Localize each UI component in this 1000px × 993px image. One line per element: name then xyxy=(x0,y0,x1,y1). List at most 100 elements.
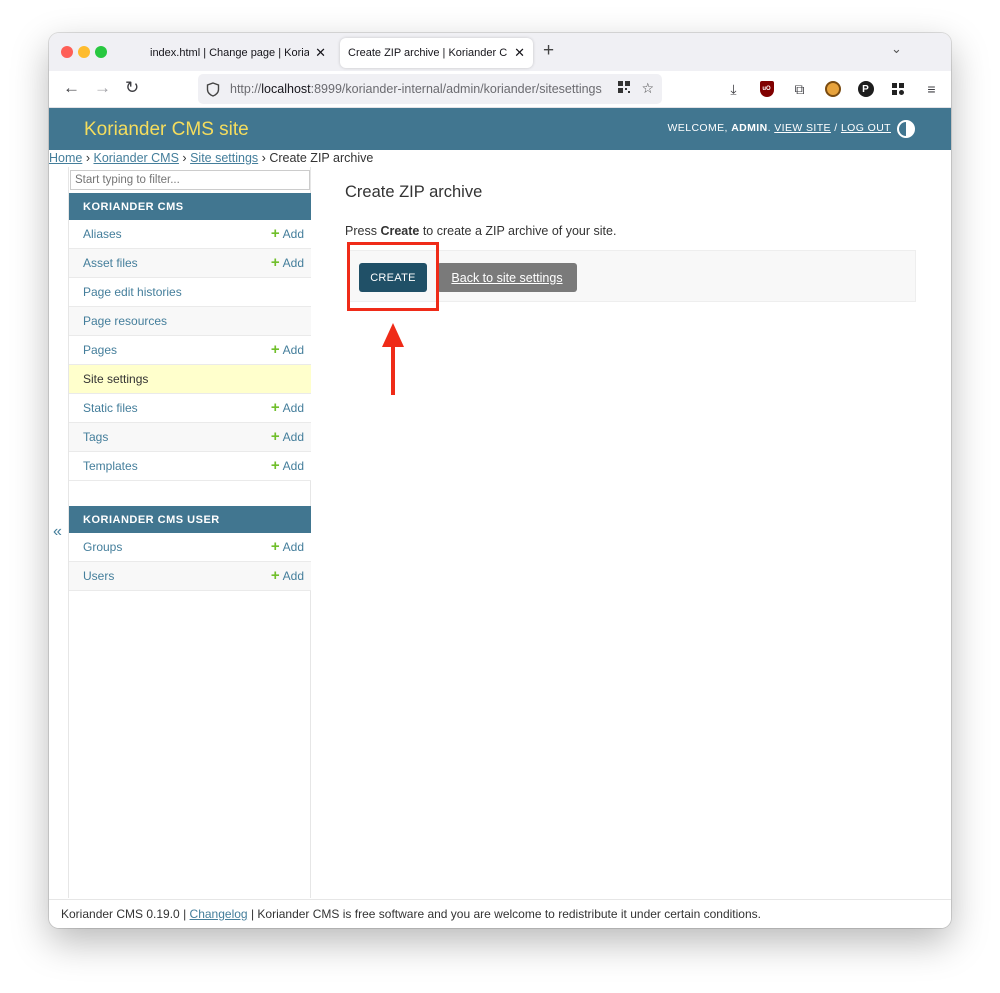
module-caption-koriander-cms[interactable]: Koriander CMS xyxy=(69,193,311,220)
annotation-highlight-box xyxy=(347,242,439,311)
add-groups-link[interactable]: + Add xyxy=(270,538,304,555)
add-label: Add xyxy=(282,540,304,554)
new-tab-icon[interactable]: + xyxy=(543,40,554,62)
sidebar-item-static-files[interactable]: Static files + Add xyxy=(69,394,311,423)
user-tools-separator: / xyxy=(834,122,838,134)
add-label: Add xyxy=(282,256,304,270)
add-label: Add xyxy=(282,227,304,241)
add-label: Add xyxy=(282,430,304,444)
ublock-icon[interactable]: uO xyxy=(750,80,783,98)
plus-icon: + xyxy=(270,428,280,445)
sidebar-item-label[interactable]: Templates xyxy=(83,459,138,473)
tab-create-zip[interactable]: Create ZIP archive | Koriander CMS ✕ xyxy=(340,38,533,68)
add-pages-link[interactable]: + Add xyxy=(270,341,304,358)
sidebar-item-groups[interactable]: Groups + Add xyxy=(69,533,311,562)
add-label: Add xyxy=(282,569,304,583)
back-arrow-icon[interactable]: ← xyxy=(63,78,80,98)
close-window-button[interactable] xyxy=(61,46,73,58)
add-aliases-link[interactable]: + Add xyxy=(270,225,304,242)
sidebar-filter-input[interactable] xyxy=(70,170,310,190)
forward-arrow-icon[interactable]: → xyxy=(94,78,111,98)
sidebar-item-page-edit-histories[interactable]: Page edit histories xyxy=(69,278,311,307)
plus-icon: + xyxy=(270,254,280,271)
sidebar-item-label[interactable]: Tags xyxy=(83,430,108,444)
sidebar-item-templates[interactable]: Templates + Add xyxy=(69,452,311,481)
apps-grid-icon[interactable] xyxy=(882,80,915,98)
footer-license: | Koriander CMS is free software and you… xyxy=(250,907,761,921)
page-title: Create ZIP archive xyxy=(345,183,483,201)
description-bold: Create xyxy=(380,224,420,238)
breadcrumb-home[interactable]: Home xyxy=(49,151,82,165)
sidebar-item-asset-files[interactable]: Asset files + Add xyxy=(69,249,311,278)
plus-icon: + xyxy=(270,538,280,555)
shield-icon[interactable] xyxy=(206,81,220,97)
footer-version: Koriander CMS 0.19.0 | xyxy=(61,907,187,921)
log-out-link[interactable]: Log out xyxy=(841,122,891,134)
sidebar-item-site-settings[interactable]: Site settings xyxy=(69,365,311,394)
breadcrumb: Home › Koriander CMS › Site settings › C… xyxy=(49,151,373,167)
module-caption-koriander-cms-user[interactable]: Koriander CMS User xyxy=(69,506,311,533)
fox-extension-icon[interactable] xyxy=(816,80,849,98)
url-path: :8999/koriander-internal/admin/koriander… xyxy=(310,82,602,96)
sidebar-item-label[interactable]: Page resources xyxy=(83,314,167,328)
tab-change-page[interactable]: index.html | Change page | Koriander CMS… xyxy=(142,38,334,68)
add-label: Add xyxy=(282,459,304,473)
add-templates-link[interactable]: + Add xyxy=(271,458,304,473)
add-users-link[interactable]: + Add xyxy=(271,568,304,583)
add-tags-link[interactable]: + Add xyxy=(270,428,304,445)
add-static-files-link[interactable]: + Add xyxy=(270,399,304,416)
description-suffix: to create a ZIP archive of your site. xyxy=(419,224,617,238)
menu-icon[interactable]: ≡ xyxy=(915,80,948,98)
navigation-bar: ← → ↻ http://localhost:8999/koriander-in… xyxy=(49,71,951,108)
add-asset-files-link[interactable]: + Add xyxy=(270,254,304,271)
breadcrumb-separator: › xyxy=(182,151,187,165)
chevron-down-icon[interactable]: ⌄ xyxy=(891,41,902,57)
changelog-link[interactable]: Changelog xyxy=(190,907,248,921)
breadcrumb-current: Create ZIP archive xyxy=(269,151,374,165)
breadcrumb-separator: › xyxy=(261,151,266,165)
back-to-site-settings-button[interactable]: Back to site settings xyxy=(437,263,577,292)
plus-icon: + xyxy=(270,225,280,242)
sidebar-item-label[interactable]: Pages xyxy=(83,343,117,357)
nav-sidebar: Koriander CMS Aliases +Add Asset files +… xyxy=(68,167,311,898)
sidebar-item-label[interactable]: Page edit histories xyxy=(83,285,182,299)
close-icon[interactable]: ✕ xyxy=(315,45,326,61)
star-icon[interactable]: ☆ xyxy=(641,80,654,97)
sidebar-item-label[interactable]: Users xyxy=(83,569,114,583)
qr-code-icon[interactable] xyxy=(617,80,631,94)
zoom-window-button[interactable] xyxy=(95,46,107,58)
url-host: localhost xyxy=(261,82,311,96)
plus-icon: + xyxy=(270,399,280,416)
sidebar-item-tags[interactable]: Tags + Add xyxy=(69,423,311,452)
p-extension-icon[interactable]: P xyxy=(849,80,882,98)
footer: Koriander CMS 0.19.0 | Changelog | Koria… xyxy=(49,899,951,928)
sidebar-item-label[interactable]: Groups xyxy=(83,540,122,554)
sidebar-item-pages[interactable]: Pages + Add xyxy=(69,336,311,365)
reload-icon[interactable]: ↻ xyxy=(125,78,139,98)
url-prefix: http:// xyxy=(230,82,262,96)
site-header: Koriander CMS site Welcome, admin. View … xyxy=(49,108,951,150)
minimize-window-button[interactable] xyxy=(78,46,90,58)
site-name-link[interactable]: Koriander CMS site xyxy=(84,119,249,141)
sidebar-item-label[interactable]: Static files xyxy=(83,401,138,415)
sidebar-item-label[interactable]: Aliases xyxy=(83,227,122,241)
address-bar[interactable]: http://localhost:8999/koriander-internal… xyxy=(198,74,662,104)
theme-toggle-icon[interactable] xyxy=(897,120,915,138)
sidebar-item-label[interactable]: Asset files xyxy=(83,256,138,270)
sidebar-item-aliases[interactable]: Aliases + Add xyxy=(69,220,311,249)
sidebar-item-users[interactable]: Users + Add xyxy=(69,562,311,591)
view-site-link[interactable]: View site xyxy=(774,122,831,134)
breadcrumb-app[interactable]: Koriander CMS xyxy=(93,151,178,165)
sidebar-item-page-resources[interactable]: Page resources xyxy=(69,307,311,336)
extensions-icon[interactable]: ⧉ xyxy=(783,80,816,98)
sidebar-item-label[interactable]: Site settings xyxy=(83,372,148,386)
description-prefix: Press xyxy=(345,224,381,238)
welcome-text: Welcome, xyxy=(667,122,728,134)
user-tools: Welcome, admin. View site / Log out xyxy=(667,122,891,134)
page-description: Press Create to create a ZIP archive of … xyxy=(345,224,616,238)
download-icon[interactable]: ⤓ xyxy=(717,80,750,98)
close-icon[interactable]: ✕ xyxy=(514,45,525,61)
collapse-sidebar-button[interactable]: « xyxy=(53,523,62,541)
plus-icon: + xyxy=(270,341,280,358)
breadcrumb-model[interactable]: Site settings xyxy=(190,151,258,165)
